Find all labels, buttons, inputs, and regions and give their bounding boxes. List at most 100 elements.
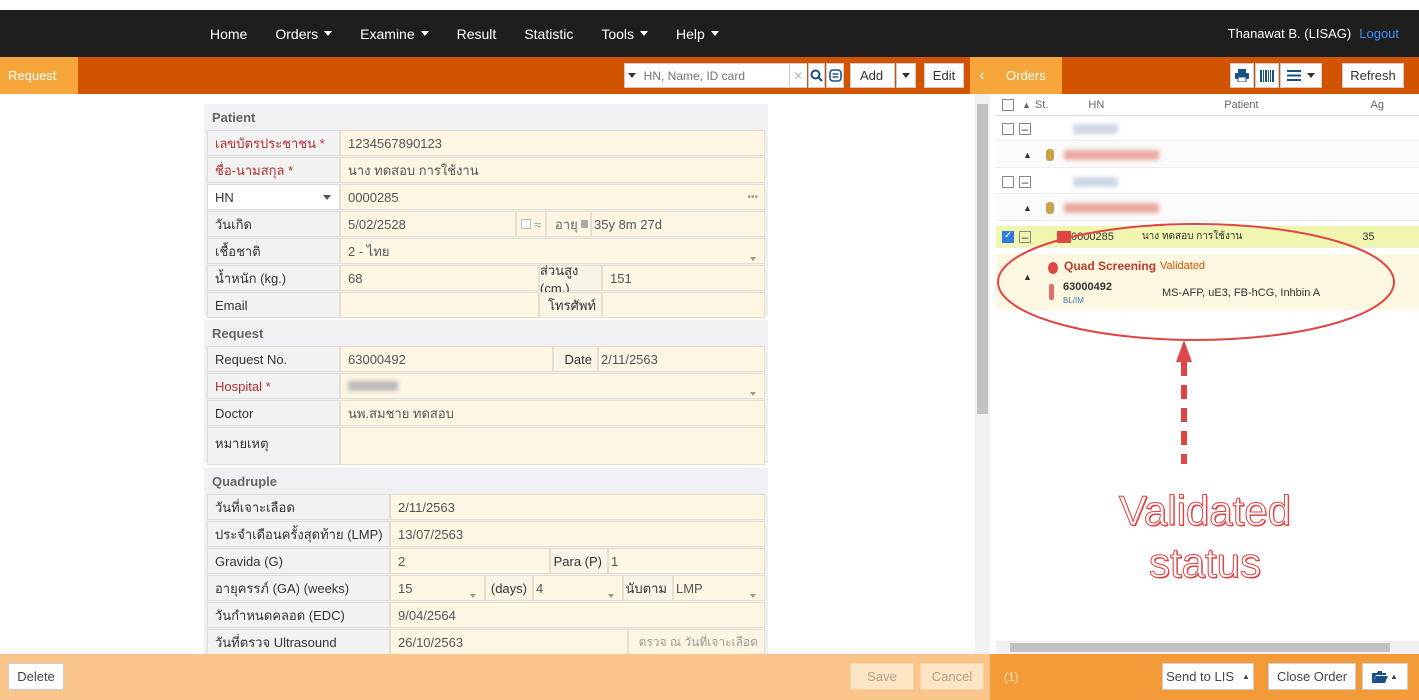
phone-field[interactable]	[602, 292, 765, 318]
hn-field[interactable]: 0000285 •••	[340, 184, 765, 210]
doctor-label: Doctor	[207, 400, 340, 426]
caret-down-icon	[750, 257, 756, 261]
nav-statistic[interactable]: Statistic	[524, 26, 573, 42]
by-label: นับตาม	[623, 575, 673, 601]
chevron-down-icon	[710, 31, 719, 36]
blood-date-label: วันที่เจาะเลือด	[207, 494, 390, 520]
print-icon[interactable]	[1230, 63, 1254, 88]
search-input[interactable]	[639, 63, 790, 88]
ultrasound-hint[interactable]: ตรวจ ณ วันที่เจาะเลือด	[628, 629, 765, 654]
gravida-label: Gravida (G)	[207, 548, 390, 574]
doctor-field[interactable]: นพ.สมชาย ทดสอบ	[340, 400, 765, 426]
hn-label: HN	[215, 189, 234, 205]
para-field[interactable]: 1	[608, 548, 765, 574]
by-select[interactable]: LMP	[673, 575, 765, 601]
card-reader-icon[interactable]	[826, 63, 844, 88]
selected-count: (1)	[1004, 670, 1019, 684]
orders-hscrollbar[interactable]	[996, 641, 1419, 654]
section-title: Request	[212, 326, 264, 341]
nav-orders[interactable]: Orders	[275, 26, 333, 42]
menu-icon[interactable]	[1280, 63, 1322, 88]
cancel-button[interactable]: Cancel	[920, 663, 984, 690]
folder-icon[interactable]: ▲	[1362, 663, 1408, 690]
height-field[interactable]: 151	[602, 265, 765, 291]
user-name: Thanawat B. (LISAG)	[1227, 26, 1352, 41]
note-textarea[interactable]	[340, 427, 765, 465]
edc-label: วันกำหนดคลอด (EDC)	[207, 602, 390, 628]
calendar-icon	[580, 220, 588, 228]
request-toolbar: Request ✕ Add Edit	[0, 57, 970, 94]
nationality-select[interactable]: 2 - ไทย	[340, 238, 765, 264]
caret-down-icon	[470, 594, 476, 598]
annotation-ellipse	[997, 223, 1395, 341]
gravida-field[interactable]: 2	[390, 548, 550, 574]
send-to-lis-button[interactable]: Send to LIS ▲	[1162, 663, 1254, 690]
age-label-text: อายุ	[555, 216, 578, 232]
save-button[interactable]: Save	[850, 663, 914, 690]
nav-tools-label: Tools	[601, 25, 635, 42]
more-icon[interactable]: •••	[747, 192, 758, 203]
phone-label: โทรศัพท์	[539, 292, 602, 318]
hospital-select[interactable]	[340, 373, 765, 399]
refresh-button[interactable]: Refresh	[1342, 63, 1404, 88]
add-dropdown-button[interactable]	[896, 63, 916, 88]
approx-check-icon	[521, 219, 531, 229]
nav-tools[interactable]: Tools	[601, 25, 649, 42]
nav-home[interactable]: Home	[210, 26, 247, 42]
name-field[interactable]: นาง ทดสอบ การใช้งาน	[340, 157, 765, 183]
id-card-field[interactable]: 1234567890123	[340, 130, 765, 156]
annotation-line-1: Validated	[1118, 487, 1292, 535]
ga-weeks-select[interactable]: 15	[390, 575, 485, 601]
request-no-field[interactable]: 63000492	[340, 346, 553, 372]
logout-link[interactable]: Logout	[1359, 26, 1399, 41]
close-order-button[interactable]: Close Order	[1268, 663, 1356, 690]
nav-help[interactable]: Help	[676, 26, 719, 42]
dob-field[interactable]: 5/02/2528	[340, 211, 516, 237]
weight-field[interactable]: 68	[340, 265, 539, 291]
nav-help-label: Help	[676, 25, 705, 42]
para-label: Para (P)	[550, 548, 608, 574]
by-value: LMP	[676, 580, 703, 596]
email-field[interactable]	[340, 292, 539, 318]
approx-checkbox[interactable]: ≈	[516, 211, 546, 237]
age-field: 35y 8m 27d	[591, 211, 765, 237]
request-no-label: Request No.	[207, 346, 340, 372]
delete-button[interactable]: Delete	[8, 663, 64, 690]
search-icon[interactable]	[807, 63, 826, 88]
nav-examine[interactable]: Examine	[360, 26, 429, 42]
lmp-label: ประจำเดือนครั้งสุดท้าย (LMP)	[207, 521, 390, 547]
form-footer: Delete Save Cancel	[0, 654, 990, 700]
add-button[interactable]: Add	[850, 63, 895, 88]
blood-date-field[interactable]: 2/11/2563	[390, 494, 765, 520]
chevron-down-icon	[420, 31, 429, 36]
clear-icon[interactable]: ✕	[789, 63, 807, 88]
collapse-panel-icon[interactable]: ‹	[970, 57, 994, 94]
search-type-dropdown[interactable]	[624, 63, 640, 88]
section-title: Patient	[212, 110, 256, 125]
nav-result[interactable]: Result	[457, 26, 497, 42]
scrollbar-thumb[interactable]	[1010, 643, 1390, 652]
days-label: (days)	[485, 575, 533, 601]
annotation-text: Validated status	[1090, 485, 1320, 589]
edit-button[interactable]: Edit	[924, 63, 964, 88]
annotation-line-2: status	[1148, 539, 1262, 587]
days-select[interactable]: 4	[533, 575, 623, 601]
barcode-icon[interactable]	[1255, 63, 1279, 88]
date-field[interactable]: 2/11/2563	[598, 346, 765, 372]
orders-tab[interactable]: Orders	[994, 57, 1062, 94]
request-tab[interactable]: Request	[0, 57, 78, 94]
ultrasound-field[interactable]: 26/10/2563	[390, 629, 628, 654]
chevron-down-icon	[640, 31, 649, 36]
scrollbar-thumb[interactable]	[977, 104, 988, 414]
caret-down-icon	[1307, 73, 1315, 78]
edc-field[interactable]: 9/04/2564	[390, 602, 765, 628]
email-label: Email	[207, 292, 340, 318]
orders-footer: (1) Send to LIS ▲ Close Order ▲	[990, 654, 1419, 700]
hn-type-select[interactable]: HN	[207, 184, 340, 210]
caret-up-icon: ▲	[1390, 672, 1398, 681]
patient-search: ✕	[624, 63, 844, 88]
ga-label: อายุครรภ์ (GA) (weeks)	[207, 575, 390, 601]
lmp-field[interactable]: 13/07/2563	[390, 521, 765, 547]
form-scrollbar[interactable]	[975, 94, 990, 654]
days-value: 4	[536, 580, 544, 596]
